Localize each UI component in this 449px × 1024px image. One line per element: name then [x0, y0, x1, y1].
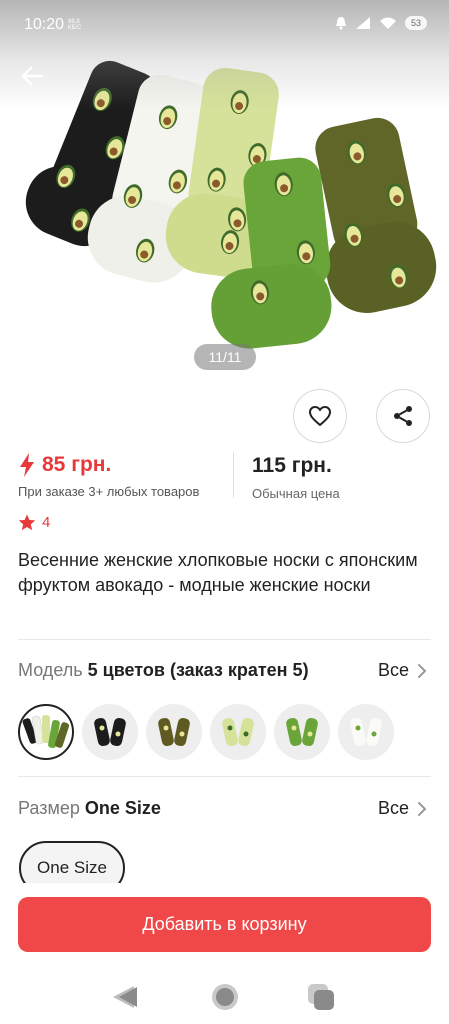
- sale-price: 85 грн.: [42, 453, 112, 476]
- bell-off-icon: [335, 17, 346, 30]
- star-icon: [18, 514, 36, 531]
- model-row[interactable]: Модель 5 цветов (заказ кратен 5): [18, 660, 309, 681]
- add-to-cart-button[interactable]: Добавить в корзину: [18, 897, 431, 952]
- regular-price-block: 115 грн. Обычная цена: [252, 454, 340, 501]
- swatch-image: [222, 717, 254, 747]
- share-button[interactable]: [376, 389, 430, 443]
- size-key: Размер: [18, 798, 80, 818]
- swatch-image: [158, 717, 190, 747]
- system-nav-bar: [0, 968, 449, 1024]
- model-swatch-all[interactable]: [18, 704, 74, 760]
- battery-indicator: 53: [404, 16, 427, 30]
- nav-back-button[interactable]: [110, 982, 140, 1012]
- swatch-image: [286, 717, 318, 747]
- nav-recent-button[interactable]: [306, 982, 336, 1012]
- divider: [18, 639, 431, 640]
- model-swatch-green[interactable]: [274, 704, 330, 760]
- circle-home-icon: [212, 984, 238, 1010]
- rating-value: 4: [42, 514, 51, 531]
- size-all-label: Все: [377, 798, 409, 818]
- status-icons: 53: [335, 16, 427, 30]
- sale-price-note: При заказе 3+ любых товаров: [18, 484, 200, 499]
- square-recent-icon: [308, 984, 334, 1010]
- status-bar: 10:20 89,8 КБ/С 53: [0, 0, 449, 52]
- product-image-gallery[interactable]: 10:20 89,8 КБ/С 53 11/11: [0, 0, 449, 380]
- regular-price: 115 грн.: [252, 454, 332, 477]
- size-value: One Size: [84, 798, 161, 818]
- regular-price-note: Обычная цена: [252, 486, 340, 501]
- rating[interactable]: 4: [18, 514, 50, 531]
- image-counter: 11/11: [194, 344, 256, 370]
- model-value: 5 цветов (заказ кратен 5): [87, 660, 309, 680]
- model-key: Модель: [18, 660, 83, 680]
- model-all-button[interactable]: Все: [378, 660, 427, 681]
- triangle-back-icon: [113, 986, 137, 1008]
- bottom-panel-background: [0, 883, 449, 897]
- model-swatch-brown[interactable]: [146, 704, 202, 760]
- price-divider: [233, 452, 234, 498]
- model-swatch-light-green[interactable]: [210, 704, 266, 760]
- swatch-image: [94, 717, 126, 747]
- chevron-right-icon: [418, 663, 427, 678]
- heart-icon: [309, 406, 331, 426]
- swatch-image: [350, 717, 382, 747]
- size-all-button[interactable]: Все: [378, 798, 427, 819]
- divider: [18, 776, 431, 777]
- model-swatch-black[interactable]: [82, 704, 138, 760]
- arrow-left-icon: [21, 66, 44, 86]
- sale-price-block: 85 грн. При заказе 3+ любых товаров: [18, 452, 199, 499]
- share-icon: [394, 406, 412, 426]
- size-row[interactable]: Размер One Size: [18, 798, 161, 819]
- signal-icon: [355, 17, 370, 29]
- network-speed: 89,8 КБ/С: [68, 19, 82, 31]
- swatch-image: [22, 715, 70, 749]
- chevron-right-icon: [418, 801, 427, 816]
- status-time: 10:20: [24, 16, 65, 33]
- nav-home-button[interactable]: [210, 982, 240, 1012]
- product-title: Весенние женские хлопковые носки с японс…: [18, 550, 418, 595]
- wifi-icon: [379, 17, 396, 29]
- back-button[interactable]: [16, 60, 48, 92]
- model-swatch-white[interactable]: [338, 704, 394, 760]
- model-all-label: Все: [377, 660, 409, 680]
- favorite-button[interactable]: [293, 389, 347, 443]
- lightning-icon: [20, 453, 34, 477]
